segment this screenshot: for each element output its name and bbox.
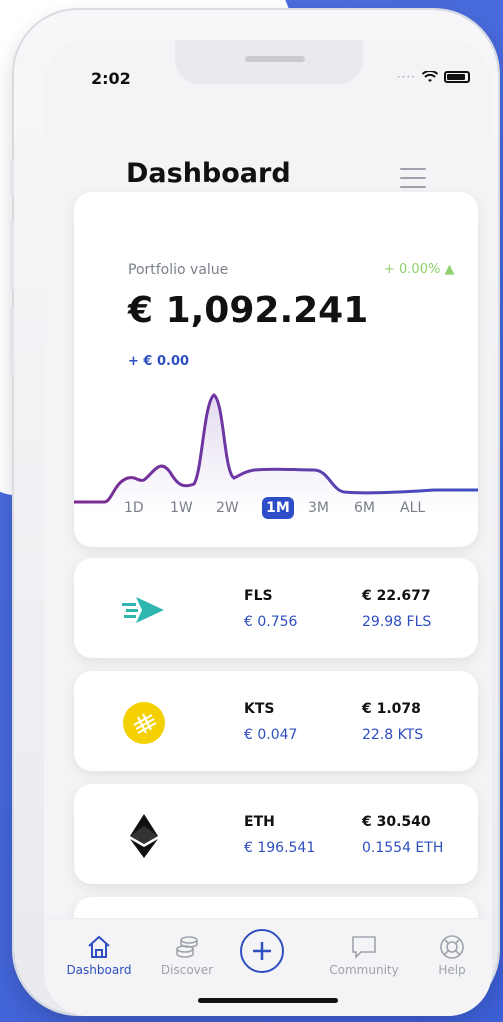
portfolio-delta: + € 0.00 (128, 354, 190, 369)
coin-symbol: FLS (244, 588, 273, 604)
time-range-selector: 1D 1W 2W 1M 3M 6M ALL (124, 497, 446, 519)
hamburger-menu-icon[interactable] (400, 168, 426, 190)
coin-price: € 0.047 (244, 727, 298, 743)
range-all[interactable]: ALL (400, 500, 446, 516)
portfolio-line-chart[interactable] (74, 392, 478, 512)
nav-help[interactable]: Help (407, 933, 492, 977)
portfolio-card: Portfolio value + 0.00% ▲ € 1,092.241 + … (74, 192, 478, 547)
range-6m[interactable]: 6M (354, 500, 400, 516)
coin-symbol: ETH (244, 814, 275, 830)
portfolio-value: € 1,092.241 (128, 290, 369, 331)
plus-icon (253, 942, 271, 960)
battery-icon (444, 71, 470, 83)
coins-stack-icon (176, 936, 198, 958)
coin-price: € 0.756 (244, 614, 298, 630)
status-time: 2:02 (91, 69, 131, 88)
coin-amount: 0.1554 ETH (362, 840, 444, 856)
home-indicator[interactable] (198, 998, 338, 1003)
kts-coin-icon (122, 701, 166, 745)
nav-label: Discover (160, 963, 214, 977)
speaker (245, 56, 305, 62)
mute-switch (10, 160, 14, 196)
portfolio-change-percent: + 0.00% ▲ (384, 262, 455, 277)
notch (175, 40, 363, 84)
wifi-icon (422, 71, 438, 82)
coin-amount: 22.8 KTS (362, 727, 424, 743)
range-1m[interactable]: 1M (262, 497, 294, 519)
volume-up-button (10, 220, 14, 290)
status-icons: ···· (397, 70, 470, 84)
signal-icon: ···· (396, 70, 416, 84)
chat-bubble-icon (352, 936, 376, 959)
ethereum-icon (122, 814, 166, 858)
range-2w[interactable]: 2W (216, 500, 262, 516)
nav-label: Help (438, 963, 466, 977)
phone-frame: 2:02 ···· Dashboard Portfolio value + 0.… (10, 10, 498, 1016)
add-button[interactable] (240, 929, 284, 973)
nav-label: Dashboard (66, 963, 132, 977)
coin-amount: 29.98 FLS (362, 614, 432, 630)
nav-dashboard[interactable]: Dashboard (54, 933, 144, 977)
coin-card-fls[interactable]: FLS € 0.756 € 22.677 29.98 FLS (74, 558, 478, 658)
coin-total-value: € 30.540 (362, 814, 431, 830)
chart-area (74, 395, 478, 512)
range-1d[interactable]: 1D (124, 500, 170, 516)
range-3m[interactable]: 3M (308, 500, 354, 516)
coin-price: € 196.541 (244, 840, 316, 856)
nav-community[interactable]: Community (319, 933, 409, 977)
nav-label: Community (329, 963, 399, 977)
nav-discover[interactable]: Discover (142, 933, 232, 977)
fls-arrow-icon (122, 588, 166, 632)
portfolio-value-label: Portfolio value (128, 262, 229, 278)
home-icon (88, 935, 110, 958)
page-title: Dashboard (126, 158, 291, 189)
coin-total-value: € 1.078 (362, 701, 421, 717)
range-1w[interactable]: 1W (170, 500, 216, 516)
coin-total-value: € 22.677 (362, 588, 431, 604)
coin-card-kts[interactable]: KTS € 0.047 € 1.078 22.8 KTS (74, 671, 478, 771)
coin-symbol: KTS (244, 701, 275, 717)
volume-down-button (10, 306, 14, 376)
coin-card-eth[interactable]: ETH € 196.541 € 30.540 0.1554 ETH (74, 784, 478, 884)
app-screen: 2:02 ···· Dashboard Portfolio value + 0.… (44, 40, 492, 1016)
lifebuoy-icon (440, 935, 464, 959)
